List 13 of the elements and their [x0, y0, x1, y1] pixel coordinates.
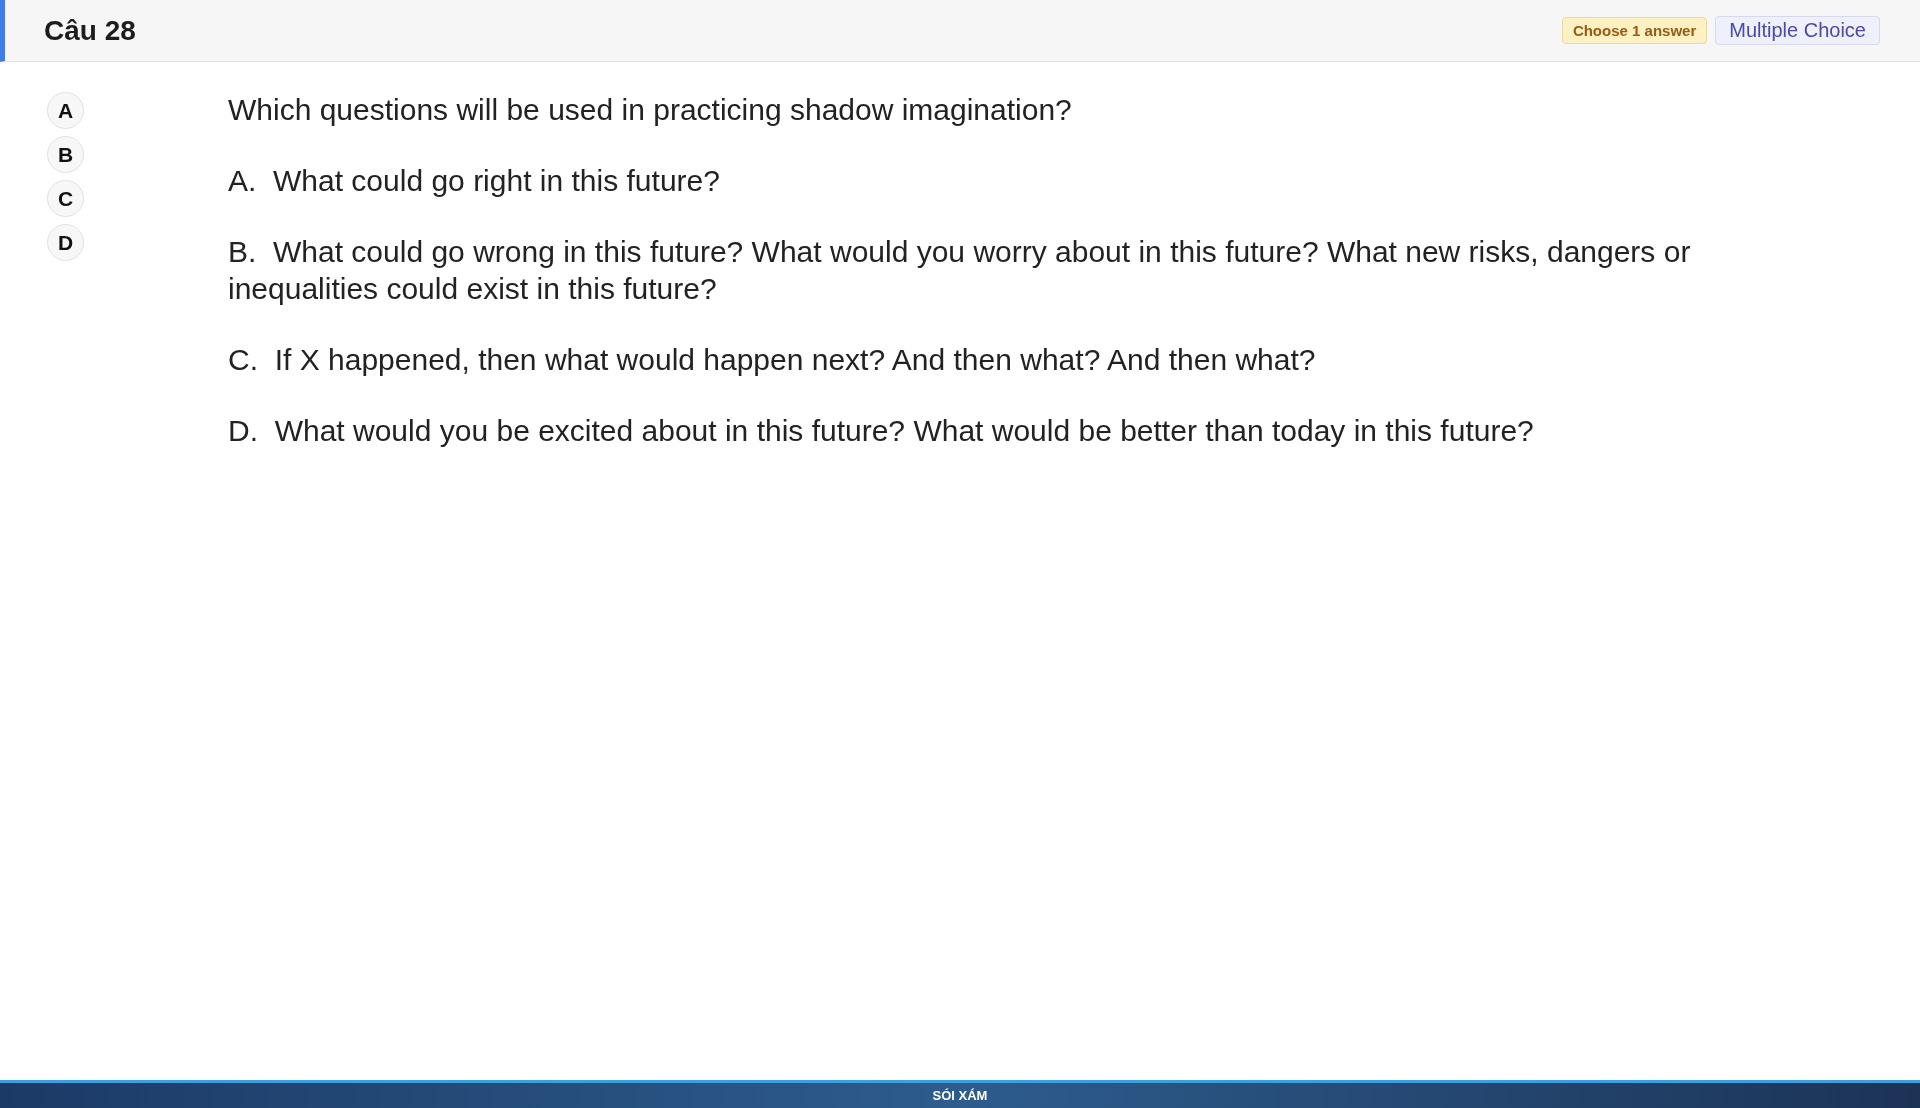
- answer-option[interactable]: B: [47, 136, 84, 173]
- badge-label: Multiple Choice: [1715, 16, 1880, 45]
- question-text: Which questions will be used in practicing shadow imagination?: [228, 92, 1073, 128]
- footer-text: SÓI XÁM: [932, 1088, 988, 1103]
- answer-text: C. If X happened, then what would happen next? And then what? And then what?: [228, 342, 1317, 378]
- question-number: Câu 28: [44, 14, 136, 47]
- answer-option[interactable]: C: [47, 180, 84, 217]
- answer-text: A. What could go right in this future?: [228, 163, 721, 199]
- badge-label: Choose 1 answer: [1561, 17, 1708, 44]
- answer-option[interactable]: A: [47, 92, 84, 129]
- answer-option[interactable]: D: [47, 224, 84, 261]
- answer-text: D. What would you be excited about in this future? What would be better than today in this future?: [228, 413, 1535, 449]
- answer-text: B. What could go wrong in this future? What would you worry about in this future? What new risks, dangers or inequalities could exist in this future?: [228, 234, 1692, 307]
